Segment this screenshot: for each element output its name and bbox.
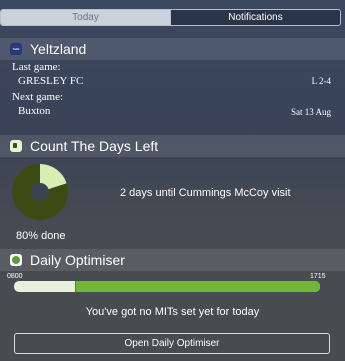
day-progress-track [14, 281, 320, 292]
count-days-widget-header[interactable]: Count The Days Left [0, 135, 345, 157]
count-days-icon [10, 140, 22, 152]
tab-notifications[interactable]: Notifications [170, 10, 340, 25]
yeltzland-title: Yeltzland [30, 41, 87, 57]
next-game-date: Sat 13 Aug [290, 107, 331, 117]
day-progress-fill [75, 281, 320, 292]
day-end-time: 1715 [310, 273, 326, 280]
yeltz-icon-text: Yeltz [12, 47, 20, 51]
next-game-team: Buxton [18, 105, 51, 117]
last-game-team: GRESLEY FC [18, 75, 84, 87]
last-game-result: L 2-4 [311, 76, 331, 86]
view-segmented-control: Today Notifications [0, 9, 341, 26]
no-mits-message: You've got no MITs set yet for today [85, 306, 260, 318]
progress-pie-chart [11, 164, 68, 220]
yeltz-icon: Yeltz [10, 43, 22, 55]
countdown-message: 2 days until Cummings McCoy visit [120, 187, 291, 199]
count-days-title: Count The Days Left [30, 138, 159, 154]
next-game-label: Next game: [12, 91, 64, 103]
yeltzland-widget-header[interactable]: Yeltz Yeltzland [0, 38, 345, 60]
tab-today[interactable]: Today [1, 10, 170, 25]
percent-done-label: 80% done [16, 230, 66, 242]
daily-optimiser-icon [10, 254, 22, 266]
day-start-time: 0800 [7, 273, 23, 280]
last-game-label: Last game: [12, 61, 61, 73]
open-daily-optimiser-button[interactable]: Open Daily Optimiser [14, 333, 330, 354]
daily-optimiser-title: Daily Optimiser [30, 252, 125, 268]
pie-center-hole [31, 183, 49, 201]
daily-optimiser-widget-header[interactable]: Daily Optimiser [0, 249, 345, 271]
